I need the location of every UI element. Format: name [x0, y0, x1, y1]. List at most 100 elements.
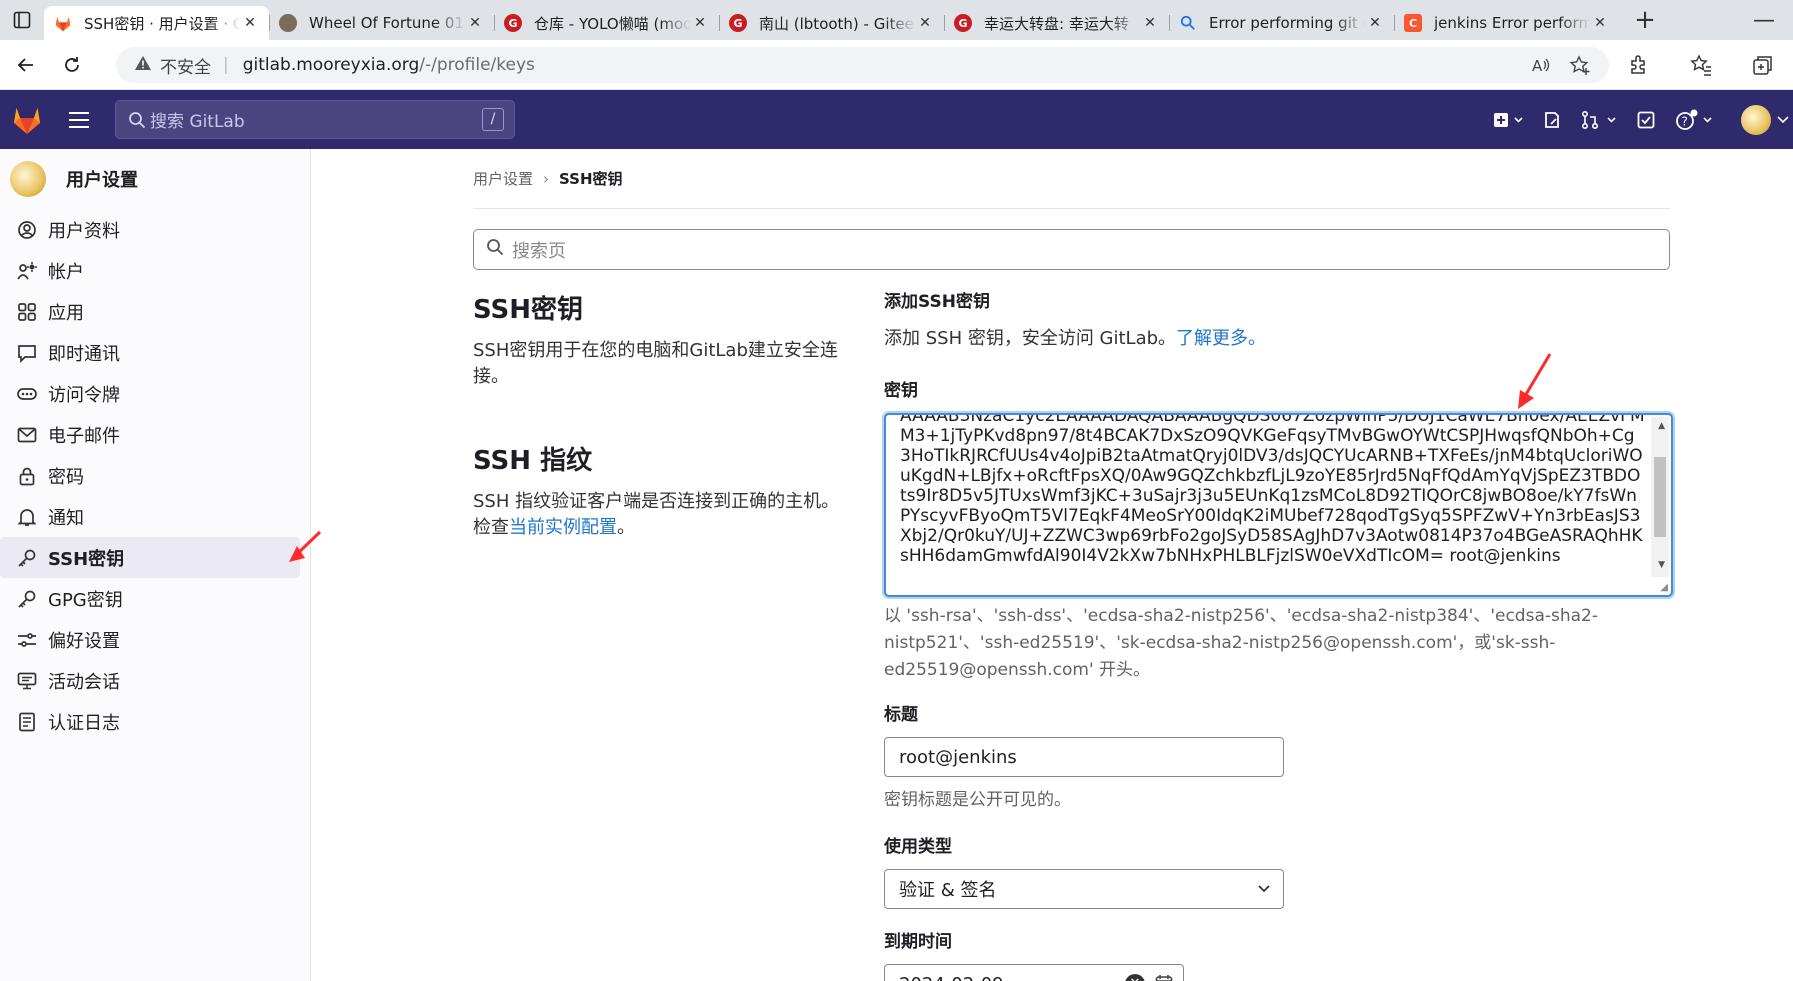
url-separator: | — [223, 55, 229, 75]
mail-icon — [16, 425, 38, 445]
browser-tab[interactable]: G 幸运大转盘: 幸运大转 ✕ — [944, 6, 1169, 40]
sidebar-title: 用户设置 — [66, 170, 138, 191]
sidebar-item-label: 用户资料 — [48, 220, 120, 242]
url-host: gitlab.mooreyxia.org — [242, 55, 420, 75]
browser-tab[interactable]: SSH密钥 · 用户设置 · G ✕ — [44, 6, 269, 40]
sidebar-header[interactable]: 用户设置 — [0, 149, 310, 209]
create-new-icon[interactable] — [1493, 112, 1523, 128]
applications-icon — [16, 302, 38, 322]
sidebar-item-label: 通知 — [48, 507, 84, 529]
close-tab-icon[interactable]: ✕ — [1366, 15, 1384, 31]
gitlab-search-input[interactable]: 搜索 GitLab / — [115, 100, 515, 139]
close-tab-icon[interactable]: ✕ — [241, 15, 259, 31]
sidebar-item[interactable]: 偏好设置 — [0, 619, 300, 660]
svg-text:?: ? — [1682, 114, 1688, 128]
browser-tab[interactable]: Wheel Of Fortune 01 # ✕ — [269, 6, 494, 40]
csdn-favicon-icon: C — [1404, 14, 1422, 32]
sidebar-item[interactable]: 访问令牌 — [0, 373, 300, 414]
expiry-date-input[interactable]: 2024-02-09 ✕ — [884, 964, 1184, 981]
search-icon — [129, 111, 146, 128]
close-tab-icon[interactable]: ✕ — [1141, 15, 1159, 31]
title-input[interactable]: root@jenkins — [884, 737, 1284, 777]
gitlab-favicon-icon — [54, 14, 72, 32]
todos-icon[interactable] — [1637, 111, 1655, 129]
sidebar-item[interactable]: 通知 — [0, 496, 300, 537]
collections-icon[interactable] — [1743, 45, 1783, 85]
sidebar-item[interactable]: GPG密钥 — [0, 578, 300, 619]
lock-icon — [16, 466, 38, 486]
scroll-down-icon[interactable]: ▼ — [1658, 560, 1665, 570]
browser-tab[interactable]: G 仓库 - YOLO懒喵 (moo ✕ — [494, 6, 719, 40]
help-icon[interactable]: ? — [1675, 109, 1717, 131]
usage-type-value: 验证 & 签名 — [899, 880, 997, 901]
back-button[interactable] — [6, 45, 46, 85]
sidebar-item-label: 访问令牌 — [48, 384, 120, 406]
usage-type-select[interactable]: 验证 & 签名 — [884, 869, 1284, 909]
close-tab-icon[interactable]: ✕ — [916, 15, 934, 31]
info-column: SSH密钥 SSH密钥用于在您的电脑和GitLab建立安全连接。 SSH 指纹 … — [473, 289, 853, 541]
sidebar-item[interactable]: 帐户 — [0, 250, 300, 291]
issues-icon[interactable] — [1543, 111, 1561, 129]
url-field[interactable]: 不安全 | gitlab.mooreyxia.org/-/profile/key… — [116, 47, 1609, 83]
resize-handle-icon[interactable]: ◢ — [1660, 582, 1668, 593]
close-tab-icon[interactable]: ✕ — [691, 15, 709, 31]
address-bar: 不安全 | gitlab.mooreyxia.org/-/profile/key… — [0, 40, 1793, 90]
add-key-description: 添加 SSH 密钥，安全访问 GitLab。了解更多。 — [884, 324, 1670, 350]
expiry-label: 到期时间 — [884, 932, 952, 952]
clear-date-icon[interactable]: ✕ — [1125, 974, 1145, 981]
scroll-up-icon[interactable]: ▲ — [1658, 421, 1665, 431]
key-textarea[interactable]: AAAAB3NzaC1yc2EAAAADAQABAAABgQDS067Z0zpW… — [884, 413, 1673, 597]
tab-title: 南山 (lbtooth) - Gitee. — [759, 14, 916, 33]
hamburger-menu-icon[interactable] — [54, 111, 104, 128]
annotation-arrow-icon — [289, 530, 322, 562]
title-label: 标题 — [884, 705, 918, 725]
sidebar-item[interactable]: 电子邮件 — [0, 414, 300, 455]
ssh-keys-title: SSH密钥 — [473, 295, 584, 325]
sidebar-item[interactable]: 活动会话 — [0, 660, 300, 701]
tab-title: Error performing git c — [1209, 14, 1366, 32]
browser-tab[interactable]: G 南山 (lbtooth) - Gitee. ✕ — [719, 6, 944, 40]
breadcrumb-parent-link[interactable]: 用户设置 — [473, 168, 533, 189]
new-tab-button[interactable]: + — [1625, 5, 1665, 35]
ssh-fingerprints-title: SSH 指纹 — [473, 446, 593, 476]
sidebar-item[interactable]: 密码 — [0, 455, 300, 496]
sidebar-item[interactable]: 认证日志 — [0, 701, 300, 742]
reload-button[interactable] — [52, 45, 92, 85]
sidebar-item-label: 密码 — [48, 466, 84, 488]
monitor-icon — [16, 671, 38, 691]
key-icon — [16, 548, 38, 568]
page-search-placeholder: 搜索页 — [512, 240, 566, 262]
page-search-input[interactable]: 搜索页 — [473, 229, 1670, 270]
browser-tab[interactable]: Cjenkins Error performin ✕ — [1394, 6, 1619, 40]
calendar-icon[interactable] — [1155, 974, 1173, 981]
preferences-icon — [16, 630, 38, 650]
tab-actions-icon[interactable] — [0, 0, 44, 40]
read-aloud-icon[interactable]: A — [1531, 55, 1551, 82]
sidebar-item-label: 即时通讯 — [48, 343, 120, 365]
breadcrumb-current[interactable]: SSH密钥 — [559, 168, 623, 189]
merge-requests-icon[interactable] — [1581, 110, 1617, 129]
sidebar-item[interactable]: 即时通讯 — [0, 332, 300, 373]
sidebar-item[interactable]: SSH密钥 — [0, 537, 300, 578]
scrollbar-thumb[interactable] — [1654, 457, 1666, 537]
search-favicon-icon — [1179, 14, 1197, 32]
browser-tab[interactable]: Error performing git c ✕ — [1169, 6, 1394, 40]
tab-title: 仓库 - YOLO懒喵 (moo — [534, 14, 691, 33]
chat-icon — [16, 343, 38, 363]
learn-more-link[interactable]: 了解更多。 — [1176, 328, 1266, 349]
user-avatar[interactable] — [1741, 104, 1771, 135]
main-content: 用户设置 › SSH密钥 搜索页 SSH密钥 SSH密钥用于在您的电脑和GitL… — [473, 149, 1673, 981]
close-tab-icon[interactable]: ✕ — [466, 15, 484, 31]
favorites-icon[interactable] — [1681, 45, 1721, 85]
gitlab-top-nav: 搜索 GitLab / ? — [0, 90, 1793, 149]
add-favorite-icon[interactable] — [1569, 55, 1591, 82]
minimize-window-button[interactable]: — — [1753, 8, 1775, 33]
instance-config-link[interactable]: 当前实例配置 — [509, 517, 617, 538]
close-tab-icon[interactable]: ✕ — [1591, 15, 1609, 31]
sidebar-item[interactable]: 应用 — [0, 291, 300, 332]
warning-icon — [134, 55, 152, 76]
sidebar-item[interactable]: 用户资料 — [0, 209, 300, 250]
chevron-down-icon[interactable] — [1777, 115, 1789, 125]
extensions-icon[interactable] — [1619, 45, 1659, 85]
gitlab-logo-icon[interactable] — [0, 105, 54, 135]
